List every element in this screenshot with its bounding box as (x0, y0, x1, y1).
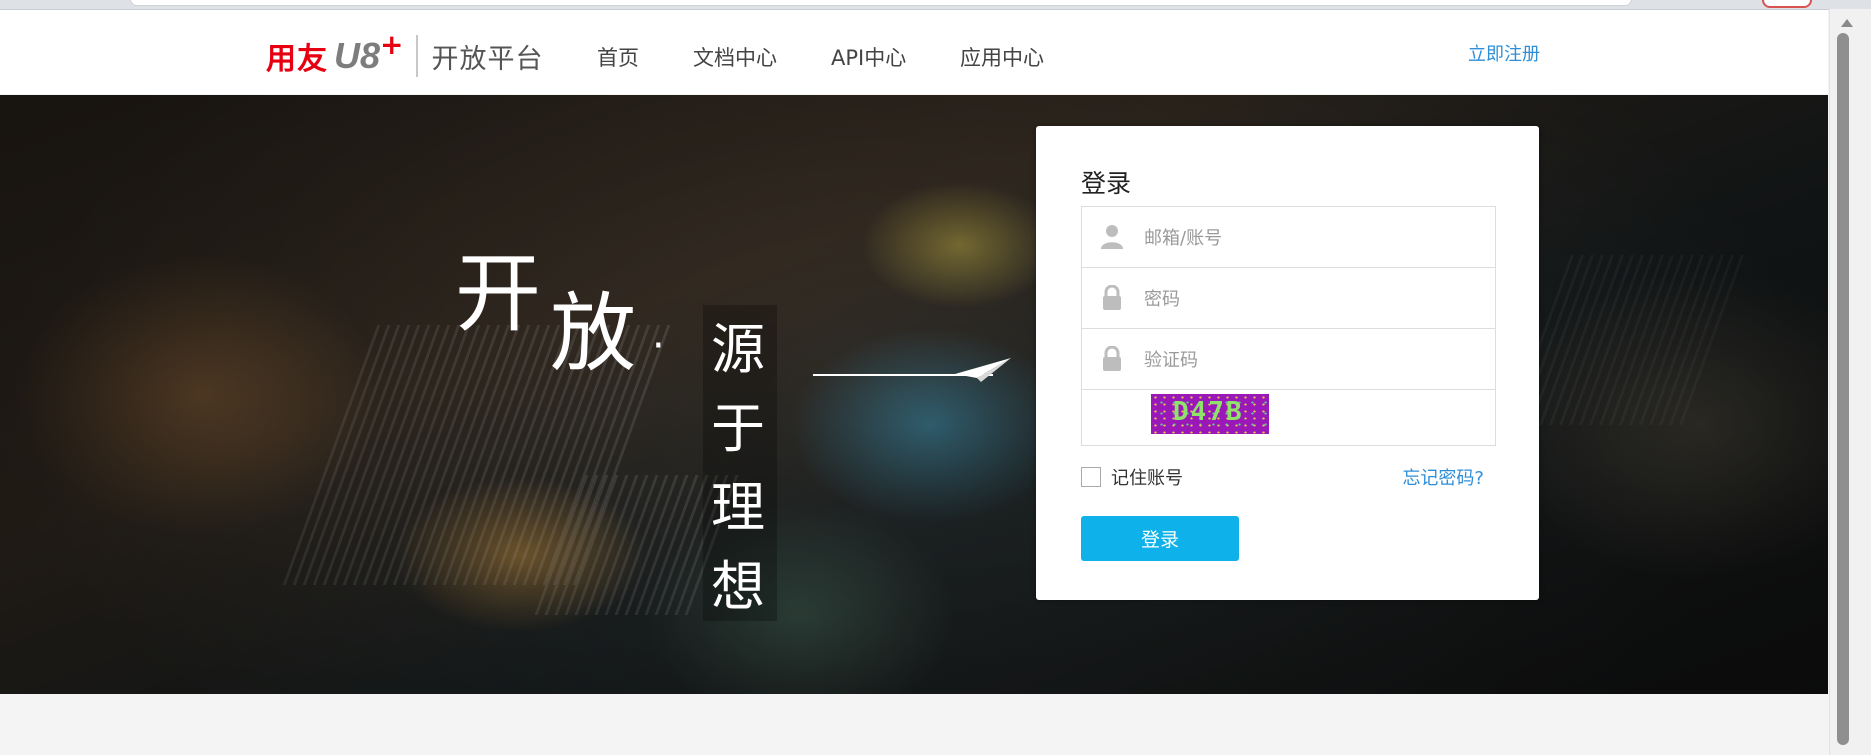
lock-icon (1103, 346, 1121, 371)
browser-top-strip (0, 0, 1871, 10)
hero-vignette (0, 95, 1828, 694)
captcha-image[interactable]: D47B (1151, 394, 1269, 434)
captcha-text: D47B (1173, 397, 1244, 427)
slogan-subtitle: 源于理想 (703, 305, 777, 621)
logo-brand: 用友 (266, 42, 328, 77)
register-link[interactable]: 立即注册 (1468, 40, 1540, 66)
remember-account[interactable]: 记住账号 (1081, 464, 1183, 490)
plane-icon (955, 358, 1011, 382)
logo-plus: + (380, 27, 404, 61)
login-form: D47B (1081, 206, 1496, 446)
password-input[interactable] (1142, 279, 1476, 319)
nav-docs[interactable]: 文档中心 (693, 42, 777, 72)
login-panel: 登录 D47B (1036, 126, 1539, 600)
account-input[interactable] (1142, 218, 1476, 258)
nav-api[interactable]: API中心 (831, 42, 906, 72)
captcha-input[interactable] (1142, 340, 1476, 380)
site-header: 用友 U8 + 开放平台 首页 文档中心 API中心 应用中心 立即注册 (0, 10, 1828, 94)
logo[interactable]: 用友 U8 + 开放平台 (266, 28, 544, 80)
user-icon (1101, 225, 1123, 249)
page-scrollbar[interactable] (1829, 9, 1871, 755)
browser-action-fragment[interactable] (1762, 0, 1812, 8)
address-bar-fragment[interactable] (130, 0, 1632, 6)
captcha-input-row (1082, 329, 1495, 390)
lock-icon (1103, 285, 1121, 310)
password-row (1082, 268, 1495, 329)
logo-platform-name: 开放平台 (431, 43, 544, 75)
slogan-dot: · (652, 323, 665, 369)
scrollbar-thumb[interactable] (1837, 33, 1849, 745)
remember-checkbox[interactable] (1081, 467, 1101, 487)
slogan-char-2: 放 (550, 284, 636, 384)
login-button[interactable]: 登录 (1081, 516, 1239, 561)
remember-label: 记住账号 (1111, 468, 1183, 489)
scroll-up-arrow[interactable] (1841, 19, 1853, 27)
captcha-image-row: D47B (1082, 390, 1495, 445)
nav-apps[interactable]: 应用中心 (960, 42, 1044, 72)
hero-banner: 开 放 · 源于理想 (0, 95, 1828, 694)
nav-home[interactable]: 首页 (597, 42, 639, 72)
logo-product: U8 (334, 35, 381, 76)
forgot-password-link[interactable]: 忘记密码? (1402, 464, 1484, 490)
logo-divider (415, 35, 418, 77)
account-row (1082, 207, 1495, 268)
slogan-char-1: 开 (455, 244, 543, 344)
login-title: 登录 (1081, 169, 1132, 198)
